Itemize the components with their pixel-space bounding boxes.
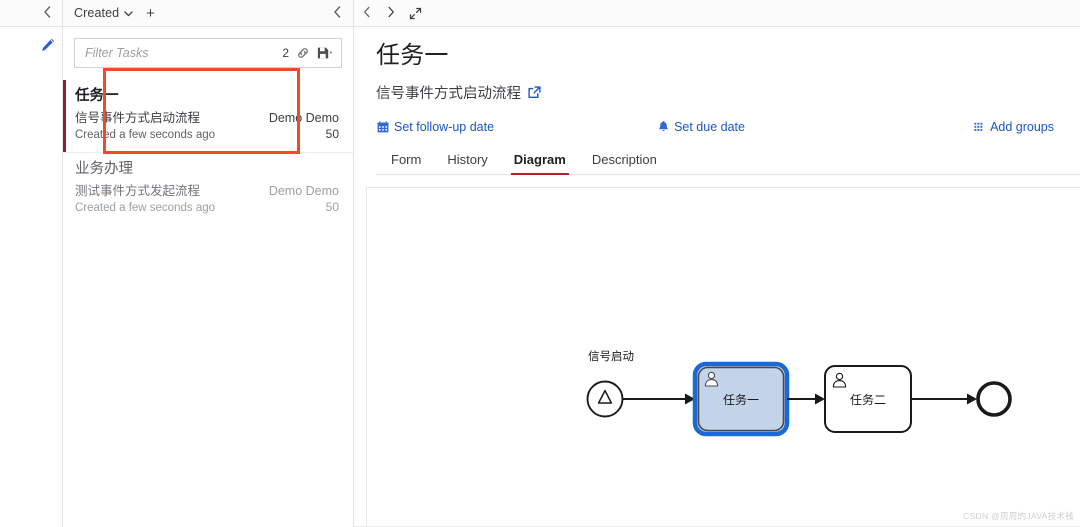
sequence-flow-2 <box>787 393 825 405</box>
add-groups-label: Add groups <box>990 120 1054 134</box>
pencil-icon[interactable] <box>40 37 58 55</box>
collapse-list-icon[interactable] <box>331 5 344 22</box>
expand-diagonal-icon[interactable] <box>409 7 422 20</box>
calendar-icon <box>377 121 389 133</box>
sort-order-label[interactable]: Created <box>74 6 119 20</box>
task-subtitle-row: 测试事件方式发起流程 Demo Demo <box>75 182 339 200</box>
external-link-icon[interactable] <box>528 86 541 99</box>
task-subtitle: 测试事件方式发起流程 <box>75 184 201 198</box>
detail-tabs: Form History Diagram Description <box>376 148 1080 175</box>
task-priority: 50 <box>325 200 339 214</box>
bpmn-canvas[interactable]: 信号启动 任务一 任务二 CSDN @周周的JAVA技术栈 <box>366 187 1080 527</box>
process-name: 信号事件方式启动流程 <box>376 86 521 102</box>
task-title: 任务一 <box>75 88 119 104</box>
task-meta-row: Created a few seconds ago 50 <box>75 127 339 144</box>
task-list-column: Created + 2 <box>63 0 354 527</box>
add-task-button[interactable]: + <box>146 5 155 22</box>
left-rail-topbar <box>0 0 62 27</box>
filter-count: 2 <box>282 46 289 60</box>
user-task-highlighted: 任务一 <box>692 361 790 437</box>
set-follow-up-date-button[interactable]: Set follow-up date <box>377 120 494 134</box>
chevron-left-icon[interactable] <box>41 5 54 22</box>
sequence-flow-1 <box>623 393 695 405</box>
task-meta-row: Created a few seconds ago 50 <box>75 200 339 217</box>
task-list-toolbar: Created + <box>63 0 353 27</box>
chevron-down-icon[interactable] <box>124 9 133 19</box>
list-item[interactable]: 业务办理 测试事件方式发起流程 Demo Demo Created a few … <box>63 152 353 225</box>
app-root: Created + 2 <box>0 0 1080 527</box>
page-title: 任务一 <box>376 42 449 69</box>
filter-tasks-box[interactable]: 2 <box>74 38 342 68</box>
set-follow-up-date-label: Set follow-up date <box>394 120 495 134</box>
task-priority: 50 <box>325 127 339 141</box>
link-icon[interactable] <box>296 46 310 60</box>
watermark: CSDN @周周的JAVA技术栈 <box>963 511 1074 521</box>
signal-start-event <box>586 380 624 418</box>
process-name-row: 信号事件方式启动流程 <box>376 82 1080 103</box>
task-list: 任务一 信号事件方式启动流程 Demo Demo Created a few s… <box>63 80 353 225</box>
user-task: 任务二 <box>824 365 912 433</box>
diagram-canvas-wrap: 信号启动 任务一 任务二 CSDN @周周的JAVA技术栈 <box>354 175 1080 527</box>
tab-diagram[interactable]: Diagram <box>501 148 579 175</box>
left-rail <box>0 0 63 527</box>
task-assignee: Demo Demo <box>268 184 339 198</box>
task-subtitle: 信号事件方式启动流程 <box>75 111 201 125</box>
chevron-left-icon[interactable] <box>361 5 373 22</box>
user-task-label: 任务二 <box>850 392 886 407</box>
save-icon[interactable] <box>317 46 333 60</box>
detail-action-row: Set follow-up date Set due date Add grou… <box>376 120 1080 134</box>
sequence-flow-3 <box>911 393 977 405</box>
grid-dots-icon <box>974 122 985 133</box>
tab-form[interactable]: Form <box>378 148 434 174</box>
task-assignee: Demo Demo <box>268 111 339 125</box>
end-event <box>976 381 1012 417</box>
task-detail-panel: 任务一 信号事件方式启动流程 Set follow-up date Set du… <box>354 0 1080 527</box>
set-due-date-button[interactable]: Set due date <box>658 120 745 134</box>
chevron-right-icon[interactable] <box>385 5 397 22</box>
task-created: Created a few seconds ago <box>75 129 216 141</box>
task-subtitle-row: 信号事件方式启动流程 Demo Demo <box>75 109 339 127</box>
filter-area: 2 <box>63 27 353 68</box>
detail-toolbar <box>354 0 1080 27</box>
add-groups-button[interactable]: Add groups <box>974 120 1054 134</box>
tab-history[interactable]: History <box>434 148 500 174</box>
search-input[interactable] <box>85 46 283 60</box>
bpmn-diagram[interactable]: 信号启动 任务一 任务二 <box>367 188 1080 527</box>
user-task-label: 任务一 <box>723 392 759 407</box>
bell-icon <box>658 121 669 133</box>
detail-header: 任务一 信号事件方式启动流程 Set follow-up date Set du… <box>354 27 1080 175</box>
start-event-label: 信号启动 <box>588 350 634 363</box>
set-due-date-label: Set due date <box>674 120 745 134</box>
list-item[interactable]: 任务一 信号事件方式启动流程 Demo Demo Created a few s… <box>63 80 353 152</box>
task-title: 业务办理 <box>75 161 133 177</box>
task-created: Created a few seconds ago <box>75 202 216 214</box>
tab-description[interactable]: Description <box>579 148 670 174</box>
